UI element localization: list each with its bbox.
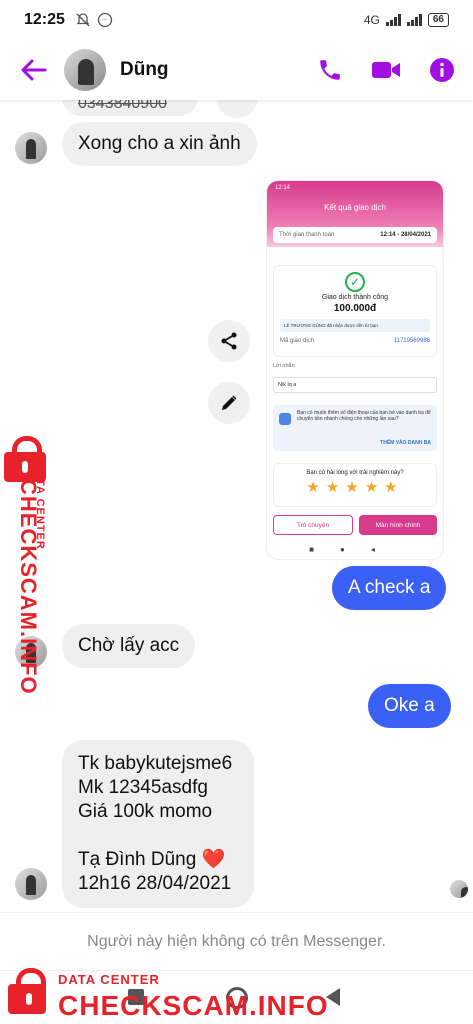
screenshot-amount: 100.000đ <box>333 303 377 314</box>
message-text: A check a <box>348 577 431 598</box>
video-call-icon[interactable] <box>371 59 401 81</box>
status-bar: 12:25 4G 66 <box>0 0 473 40</box>
message-incoming-multiline[interactable]: Tk babykutejsme6 Mk 12345asdfg Giá 100k … <box>62 740 254 908</box>
success-check-icon: ✓ <box>345 272 365 292</box>
network-label: 4G <box>363 13 380 27</box>
screenshot-row-value: 12:14 - 28/04/2021 <box>380 232 431 238</box>
contact-avatar[interactable] <box>64 49 106 91</box>
chat-header: Dũng <box>0 40 473 100</box>
message-line: Giá 100k momo <box>78 801 213 822</box>
notification-icons <box>75 12 113 28</box>
status-right: 4G 66 <box>364 13 449 27</box>
message-incoming[interactable]: Chờ lấy acc <box>62 624 196 668</box>
messenger-notif-icon <box>97 12 113 28</box>
screenshot-note: LÊ TRƯƠNG DŨNG đã nhận được tiền từ bạn <box>280 319 430 332</box>
message-incoming[interactable]: Xong cho a xin ảnh <box>62 122 257 166</box>
message-outgoing[interactable]: A check a <box>332 566 447 610</box>
chat-thread[interactable]: 0343840900 Xong cho a xin ảnh 12:14 Kết … <box>0 100 473 910</box>
message-partial-text: 0343840900 <box>78 100 167 112</box>
battery-icon: 66 <box>427 13 449 27</box>
seen-avatar <box>450 880 468 898</box>
message-line: 12h16 28/04/2021 <box>78 873 232 894</box>
recents-icon[interactable] <box>128 989 144 1005</box>
share-button-partial[interactable] <box>216 100 258 118</box>
message-outgoing[interactable]: Oke a <box>368 684 451 728</box>
message-text: Oke a <box>384 695 435 716</box>
screenshot-message-value: Nik lq a <box>273 377 437 393</box>
screenshot-time: 12:14 <box>275 185 291 191</box>
system-navbar <box>0 970 473 1024</box>
home-icon[interactable] <box>226 987 248 1009</box>
screenshot-title: Kết quả giao dịch <box>324 203 386 212</box>
message-text: Xong cho a xin ảnh <box>78 133 241 154</box>
screenshot-contact-box: Bạn có muốn thêm số điện thoại của bạn b… <box>273 405 437 451</box>
screenshot-rate-question: Bạn có hài lòng với trải nghiệm này? <box>306 470 404 476</box>
screenshot-status: Giao dịch thành công <box>321 294 389 301</box>
screenshot-code-label: Mã giao dịch <box>280 338 315 344</box>
header-actions <box>317 57 455 83</box>
screenshot-message-label: Lời nhắn <box>273 363 295 369</box>
contact-book-icon <box>279 413 291 425</box>
screenshot-rating: Bạn có hài lòng với trải nghiệm này? ★★★… <box>273 463 437 507</box>
screenshot-result-card: ✓ Giao dịch thành công 100.000đ LÊ TRƯƠN… <box>273 265 437 357</box>
share-button[interactable] <box>208 320 250 362</box>
contact-name[interactable]: Dũng <box>120 59 169 81</box>
signal-icon <box>385 14 401 26</box>
screenshot-navbar: ■●◂ <box>309 545 401 554</box>
message-line: Tạ Đình Dũng ❤️ <box>78 849 226 870</box>
message-line-blank <box>78 824 238 848</box>
back-triangle-icon[interactable] <box>326 988 340 1006</box>
screenshot-home-button: Màn hình chính <box>359 515 437 535</box>
back-button[interactable] <box>18 54 50 86</box>
watermark-side-main: CHECKSCAM.INFO <box>16 479 41 695</box>
message-line: Mk 12345asdfg <box>78 777 208 798</box>
message-partial[interactable]: 0343840900 <box>62 100 198 116</box>
payment-screenshot-image[interactable]: 12:14 Kết quả giao dịch Thời gian thanh … <box>266 180 444 560</box>
screenshot-contact-text: Bạn có muốn thêm số điện thoại của bạn b… <box>297 410 431 422</box>
sender-avatar[interactable] <box>15 132 47 164</box>
pencil-icon <box>222 395 237 410</box>
watermark-side: DATA CENTER CHECKSCAM.INFO <box>0 436 54 695</box>
signal-2-icon <box>406 14 422 26</box>
screenshot-row-label: Thời gian thanh toán <box>279 232 335 238</box>
message-line: Tk babykutejsme6 <box>78 753 233 774</box>
mute-bell-icon <box>76 13 90 27</box>
status-time: 12:25 <box>24 11 65 28</box>
screenshot-code-row: Mã giao dịch 11719560986 <box>280 338 430 344</box>
unavailable-notice: Người này hiện không có trên Messenger. <box>0 912 473 970</box>
screenshot-time-row: Thời gian thanh toán 12:14 - 28/04/2021 <box>273 227 437 243</box>
edit-button[interactable] <box>208 382 250 424</box>
phone-call-icon[interactable] <box>317 57 343 83</box>
message-text: Chờ lấy acc <box>78 635 180 656</box>
sender-avatar[interactable] <box>15 868 47 900</box>
screenshot-code-value: 11719560986 <box>393 338 430 344</box>
star-rating-icon: ★★★★★ <box>306 479 404 496</box>
back-arrow-icon <box>21 59 47 81</box>
screenshot-buttons: Trò chuyện Màn hình chính <box>273 515 437 535</box>
share-icon <box>221 332 237 350</box>
screenshot-chat-button: Trò chuyện <box>273 515 353 535</box>
screenshot-contact-add: THÊM VÀO DANH BẠ <box>380 440 431 446</box>
info-icon[interactable] <box>429 57 455 83</box>
